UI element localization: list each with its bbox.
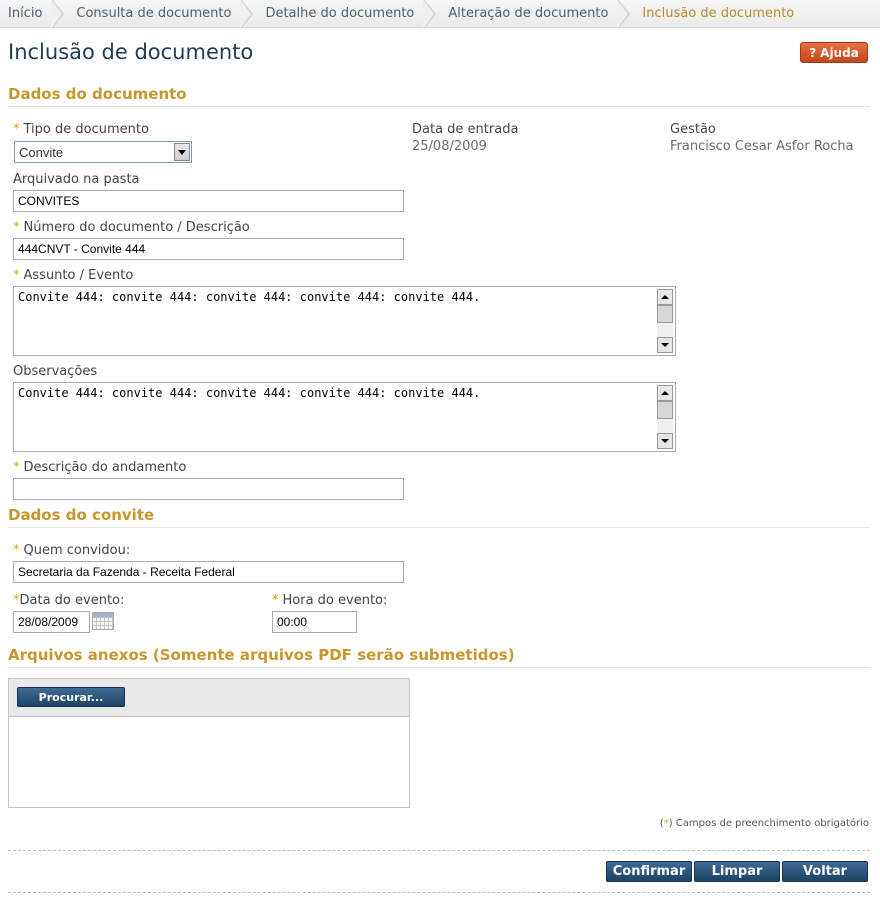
document-type-label: * Tipo de documento [13, 122, 149, 137]
divider-dashed [8, 892, 870, 893]
question-icon: ? [809, 45, 817, 60]
back-button[interactable]: Voltar [782, 861, 868, 882]
entry-date-label: Data de entrada [412, 122, 519, 137]
breadcrumb-detalhe-documento[interactable]: Detalhe do documento [253, 0, 437, 29]
breadcrumb-inicio[interactable]: Início [0, 0, 65, 29]
scroll-down-icon[interactable] [657, 433, 673, 449]
notes-label: Observações [13, 364, 98, 379]
attachments-panel: Procurar... [8, 678, 410, 808]
subject-text: Convite 444: convite 444: convite 444: c… [18, 290, 481, 304]
document-type-select[interactable]: Convite [14, 141, 192, 163]
progress-label: * Descrição do andamento [13, 460, 187, 475]
attachments-toolbar: Procurar... [9, 679, 409, 717]
required-mark: * [13, 122, 20, 137]
help-button[interactable]: ? Ajuda [800, 42, 868, 63]
chevron-down-icon[interactable] [174, 143, 190, 161]
gestao-label: Gestão [670, 122, 716, 137]
document-number-input[interactable] [13, 238, 404, 260]
document-type-value: Convite [19, 144, 64, 160]
confirm-button[interactable]: Confirmar [606, 861, 692, 882]
invited-by-input[interactable] [13, 561, 404, 583]
section-title-attachments: Arquivos anexos (Somente arquivos PDF se… [8, 646, 515, 664]
folder-input[interactable] [13, 190, 404, 212]
folder-label: Arquivado na pasta [13, 172, 140, 187]
scroll-up-icon[interactable] [657, 289, 673, 305]
browse-button[interactable]: Procurar... [17, 687, 125, 707]
breadcrumb: Início Consulta de documento Detalhe do … [0, 0, 880, 29]
scroll-up-icon[interactable] [657, 385, 673, 401]
clear-button[interactable]: Limpar [694, 861, 780, 882]
section-title-document: Dados do documento [8, 85, 187, 103]
invited-by-label: * Quem convidou: [13, 543, 131, 558]
section-divider [8, 667, 870, 668]
subject-label: * Assunto / Evento [13, 268, 134, 283]
progress-input[interactable] [13, 478, 404, 500]
subject-scrollbar[interactable] [657, 289, 673, 353]
event-date-label: *Data do evento: [13, 593, 125, 608]
required-fields-note: (*) Campos de preenchimento obrigatório [659, 818, 869, 829]
event-time-label: * Hora do evento: [272, 593, 388, 608]
entry-date-value: 25/08/2009 [412, 139, 487, 154]
section-divider [8, 106, 870, 107]
help-label: Ajuda [820, 45, 859, 60]
section-title-invite: Dados do convite [8, 506, 155, 524]
subject-textarea[interactable]: Convite 444: convite 444: convite 444: c… [13, 286, 676, 356]
notes-text: Convite 444: convite 444: convite 444: c… [18, 386, 481, 400]
breadcrumb-alteracao-documento[interactable]: Alteração de documento [436, 0, 631, 29]
scroll-thumb[interactable] [657, 401, 673, 419]
scroll-thumb[interactable] [657, 305, 673, 323]
divider-dashed [8, 850, 870, 851]
notes-textarea[interactable]: Convite 444: convite 444: convite 444: c… [13, 382, 676, 452]
event-date-input[interactable] [13, 611, 90, 633]
document-number-label: * Número do documento / Descrição [13, 220, 250, 235]
notes-scrollbar[interactable] [657, 385, 673, 449]
section-divider [8, 527, 870, 528]
breadcrumb-inclusao-documento: Inclusão de documento [642, 6, 795, 21]
breadcrumb-consulta-documento[interactable]: Consulta de documento [64, 0, 254, 29]
scroll-down-icon[interactable] [657, 337, 673, 353]
calendar-icon[interactable] [92, 612, 114, 630]
event-time-input[interactable] [272, 611, 357, 633]
page-title: Inclusão de documento [8, 40, 254, 64]
gestao-value: Francisco Cesar Asfor Rocha [670, 139, 854, 154]
